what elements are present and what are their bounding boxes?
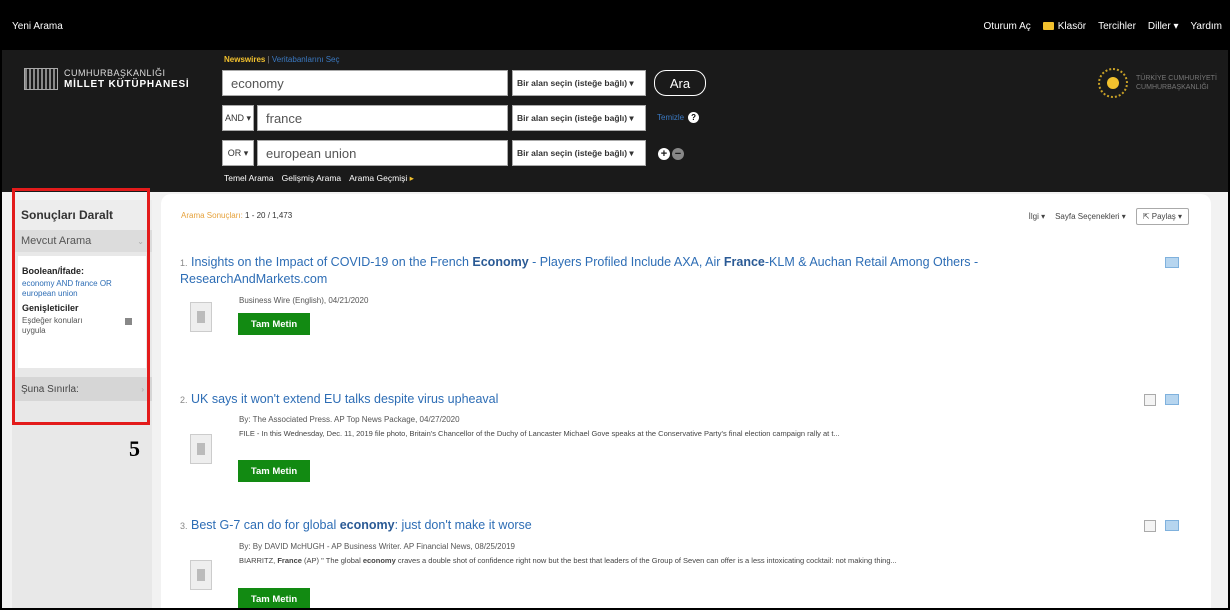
search-row-1: economy Bir alan seçin (isteğe bağlı) ▾ [222,70,646,96]
folder-link[interactable]: Klasör [1042,21,1087,32]
result-count-label: Arama Sonuçları: [181,211,243,220]
document-icon [190,434,212,464]
new-search-link[interactable]: Yeni Arama [12,21,63,32]
results-panel: Arama Sonuçları: 1 - 20 / 1,473 İlgi ▾ S… [161,194,1211,608]
logo-line-1: CUMHURBAŞKANLIĞI [64,68,166,78]
search-row-2: AND ▾ france Bir alan seçin (isteğe bağl… [222,105,646,131]
result-count: Arama Sonuçları: 1 - 20 / 1,473 [181,211,292,220]
choose-databases-link[interactable]: Veritabanlarını Seç [272,55,340,64]
preview-icon[interactable] [1144,394,1156,406]
full-text-button-1[interactable]: Tam Metin [238,313,310,335]
add-to-folder-icon[interactable] [1165,257,1179,268]
result-title-3[interactable]: 3. Best G-7 can do for global economy: j… [180,517,532,534]
help-icon[interactable]: ? [688,112,700,123]
boolean-select-2[interactable]: AND ▾ [222,105,254,131]
sign-in-link[interactable]: Oturum Aç [984,21,1031,32]
folder-icon [1042,22,1054,31]
result-source-3: By: By DAVID McHUGH - AP Business Writer… [239,542,515,551]
document-icon [190,302,212,332]
folder-label: Klasör [1057,21,1087,32]
database-name: Newswires [224,55,266,64]
result-source-2: By: The Associated Press. AP Top News Pa… [239,415,460,424]
share-button[interactable]: ⇱ Paylaş ▾ [1135,208,1189,225]
app-frame: Yeni Arama Oturum Aç Klasör Tercihler Di… [0,0,1230,610]
caret-right-icon: ▸ [409,173,414,183]
result-title-2[interactable]: 2. UK says it won't extend EU talks desp… [180,391,498,408]
search-row-3: OR ▾ european union Bir alan seçin (iste… [222,140,646,166]
row-controls: + − [658,148,684,160]
result-title-text-1: Insights on the Impact of COVID-19 on th… [180,255,979,286]
field-select-3[interactable]: Bir alan seçin (isteğe bağlı) ▾ [512,140,646,166]
add-to-folder-icon[interactable] [1165,520,1179,531]
boolean-select-3[interactable]: OR ▾ [222,140,254,166]
search-modes: Temel Arama Gelişmiş Arama Arama Geçmişi… [224,173,414,184]
logo-line-2: MİLLET KÜTÜPHANESİ [64,79,190,90]
full-text-button-3[interactable]: Tam Metin [238,588,310,608]
basic-search-link[interactable]: Temel Arama [224,173,274,184]
result-title-text-3: Best G-7 can do for global economy: just… [191,518,532,532]
advanced-search-link[interactable]: Gelişmiş Arama [282,173,342,184]
database-line: Newswires | Veritabanlarını Seç [224,55,340,64]
result-snippet-3: BIARRITZ, France (AP) " The global econo… [239,556,897,565]
page-options-menu[interactable]: Sayfa Seçenekleri ▾ [1055,212,1126,221]
library-logo[interactable]: CUMHURBAŞKANLIĞI MİLLET KÜTÜPHANESİ [24,68,190,90]
search-button[interactable]: Ara [654,70,706,96]
presidency-emblem: TÜRKİYE CUMHURİYETİ CUMHURBAŞKANLIĞI [1098,68,1217,98]
preferences-link[interactable]: Tercihler [1098,21,1136,32]
top-bar: Yeni Arama Oturum Aç Klasör Tercihler Di… [2,2,1228,50]
search-input-1[interactable]: economy [222,70,508,96]
search-input-2[interactable]: france [257,105,508,131]
sort-relevance-menu[interactable]: İlgi ▾ [1029,212,1045,221]
add-to-folder-icon[interactable] [1165,394,1179,405]
document-icon [190,560,212,590]
add-row-icon[interactable]: + [658,148,670,160]
languages-menu[interactable]: Diller ▾ [1148,21,1179,32]
result-title-1[interactable]: 1. Insights on the Impact of COVID-19 on… [180,254,1040,287]
clear-link[interactable]: Temizle ? [657,112,700,123]
clear-label: Temizle [657,113,685,122]
full-text-button-2[interactable]: Tam Metin [238,460,310,482]
field-select-2[interactable]: Bir alan seçin (isteğe bağlı) ▾ [512,105,646,131]
result-title-text-2: UK says it won't extend EU talks despite… [191,392,499,406]
result-source-1: Business Wire (English), 04/21/2020 [239,296,369,305]
emblem-line-2: CUMHURBAŞKANLIĞI [1136,84,1209,91]
top-nav: Oturum Aç Klasör Tercihler Diller ▾ Yard… [984,21,1222,32]
emblem-line-1: TÜRKİYE CUMHURİYETİ [1136,75,1217,82]
results-toolbar: İlgi ▾ Sayfa Seçenekleri ▾ ⇱ Paylaş ▾ [1029,208,1189,225]
preview-icon[interactable] [1144,520,1156,532]
search-history-link[interactable]: Arama Geçmişi ▸ [349,173,414,184]
result-count-value: 1 - 20 / 1,473 [245,211,293,220]
annotation-label: 5 [129,436,140,461]
remove-row-icon[interactable]: − [672,148,684,160]
library-building-icon [24,68,58,90]
annotation-highlight-box [12,188,150,425]
result-snippet-2: FILE - In this Wednesday, Dec. 11, 2019 … [239,429,840,438]
help-link[interactable]: Yardım [1191,21,1223,32]
database-separator: | [267,55,270,64]
sun-emblem-icon [1098,68,1128,98]
search-input-3[interactable]: european union [257,140,508,166]
field-select-1[interactable]: Bir alan seçin (isteğe bağlı) ▾ [512,70,646,96]
